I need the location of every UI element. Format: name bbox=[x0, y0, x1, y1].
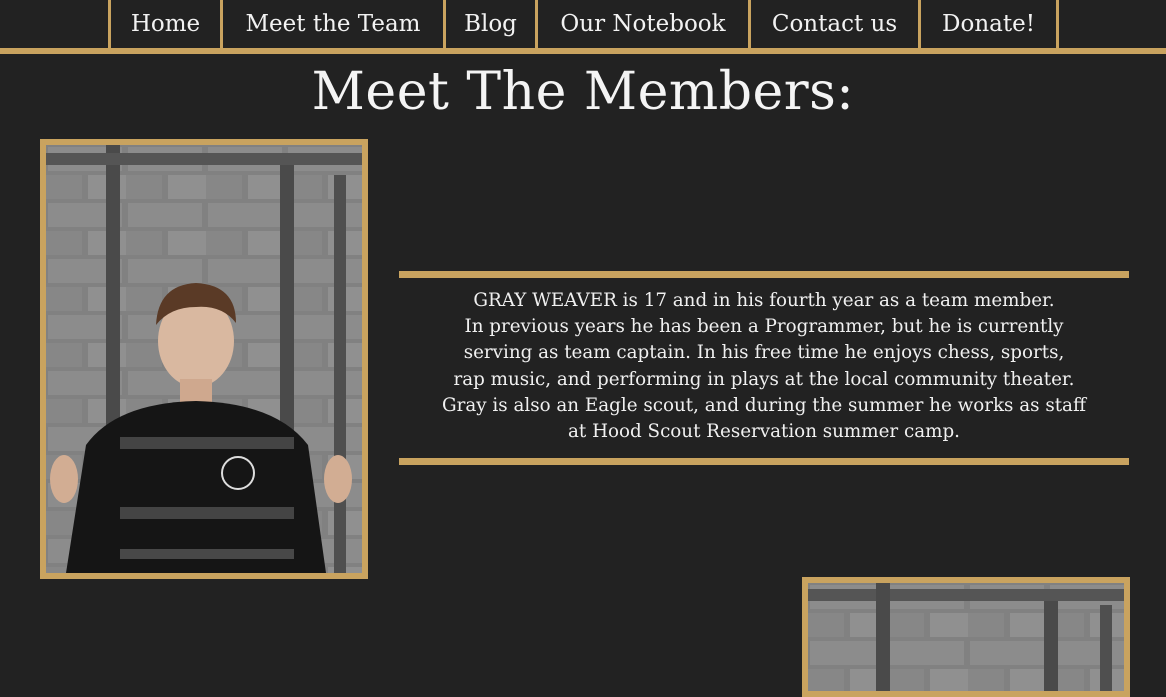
member-photo-gray-weaver bbox=[40, 139, 368, 579]
bio-divider-top bbox=[399, 271, 1129, 278]
member-photo-icon bbox=[808, 583, 1124, 691]
nav-item-donate[interactable]: Donate! bbox=[918, 0, 1059, 48]
nav-item-blog[interactable]: Blog bbox=[443, 0, 535, 48]
member-bio-gray-weaver: GRAY WEAVER is 17 and in his fourth year… bbox=[442, 290, 1086, 443]
nav-item-home[interactable]: Home bbox=[108, 0, 220, 48]
nav-list: Home Meet the Team Blog Our Notebook Con… bbox=[108, 0, 1059, 48]
nav-item-our-notebook[interactable]: Our Notebook bbox=[535, 0, 748, 48]
top-navbar: Home Meet the Team Blog Our Notebook Con… bbox=[0, 0, 1166, 54]
member-photo-next bbox=[802, 577, 1130, 697]
member-photo-icon bbox=[46, 145, 362, 573]
nav-item-contact-us[interactable]: Contact us bbox=[748, 0, 918, 48]
bio-divider-bottom bbox=[399, 458, 1129, 465]
nav-item-meet-the-team[interactable]: Meet the Team bbox=[220, 0, 443, 48]
page-title: Meet The Members: bbox=[311, 62, 855, 122]
